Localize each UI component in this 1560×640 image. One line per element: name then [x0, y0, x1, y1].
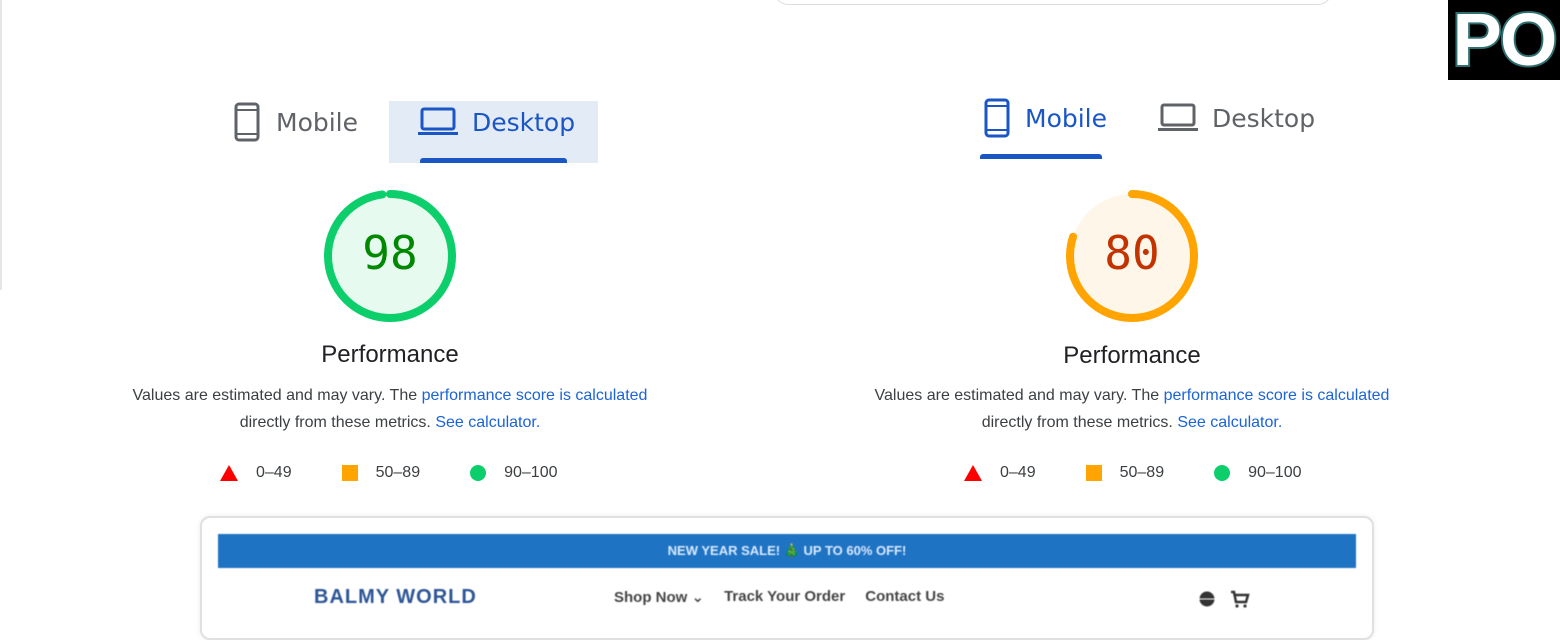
laptop-icon: [418, 107, 458, 135]
circle-icon: [470, 465, 487, 481]
po-badge: PO: [1448, 0, 1560, 82]
nav-track-order: Track Your Order: [724, 588, 846, 605]
globe-icon: [1199, 591, 1215, 607]
tab-label: Desktop: [472, 107, 576, 137]
left-edge-divider: [0, 0, 2, 290]
legend-label: 90–100: [504, 464, 558, 481]
see-calculator-link[interactable]: See calculator.: [435, 414, 540, 431]
see-calculator-link[interactable]: See calculator.: [1177, 414, 1282, 431]
desc-text: Values are estimated and may vary. The: [132, 387, 422, 404]
legend-item-average: 50–89: [341, 464, 421, 482]
tab-mobile-right[interactable]: Mobile: [983, 88, 1107, 148]
legend-item-pass: 90–100: [1214, 464, 1301, 482]
promo-banner: NEW YEAR SALE! 🎄 UP TO 60% OFF!: [218, 534, 1356, 568]
performance-score-link[interactable]: performance score is calculated: [1164, 387, 1390, 404]
nav-contact-us: Contact Us: [865, 588, 945, 605]
phone-icon: [234, 102, 260, 142]
legend-label: 50–89: [1119, 464, 1165, 481]
legend-item-fail: 0–49: [220, 464, 292, 482]
performance-title-right: Performance: [1063, 342, 1201, 369]
tab-label: Mobile: [276, 107, 359, 137]
legend-label: 0–49: [256, 464, 292, 481]
legend-label: 50–89: [375, 464, 421, 481]
tab-desktop-right[interactable]: Desktop: [1158, 88, 1315, 148]
tab-desktop-underline: [420, 158, 567, 163]
desc-text: Values are estimated and may vary. The: [874, 387, 1164, 404]
tab-desktop-left[interactable]: Desktop: [418, 92, 575, 152]
performance-score-link[interactable]: performance score is calculated: [422, 387, 648, 404]
legend-item-average: 50–89: [1085, 464, 1165, 482]
triangle-icon: [964, 465, 982, 481]
tab-label: Desktop: [1212, 103, 1316, 133]
tab-mobile-left[interactable]: Mobile: [232, 92, 358, 152]
circle-icon: [1214, 465, 1231, 481]
triangle-icon: [220, 465, 238, 481]
legend-item-pass: 90–100: [470, 464, 557, 482]
score-description-right: Values are estimated and may vary. The p…: [852, 382, 1412, 436]
laptop-icon: [1158, 103, 1198, 131]
nav-shop-now: Shop Now ⌄: [614, 589, 705, 606]
score-legend-right: 0–49 50–89 90–100: [964, 464, 1351, 482]
score-legend-left: 0–49 50–89 90–100: [220, 464, 607, 482]
cart-icon: [1231, 590, 1250, 608]
desc-text: directly from these metrics.: [239, 414, 431, 431]
tab-label: Mobile: [1025, 103, 1108, 133]
search-bar-remnant: [774, 0, 1332, 5]
desc-text: directly from these metrics.: [981, 414, 1173, 431]
score-value-right: 80: [1104, 226, 1160, 280]
legend-item-fail: 0–49: [964, 464, 1036, 482]
performance-title-left: Performance: [321, 341, 459, 368]
tab-mobile-underline: [980, 154, 1102, 159]
site-logo: BALMY WORLD: [314, 586, 477, 608]
square-icon: [1085, 465, 1102, 481]
page-screenshot-preview: NEW YEAR SALE! 🎄 UP TO 60% OFF! BALMY WO…: [200, 516, 1374, 640]
score-value-left: 98: [362, 226, 418, 280]
site-nav: Shop Now ⌄ Track Your Order Contact Us: [614, 588, 944, 606]
phone-icon: [984, 98, 1010, 138]
score-description-left: Values are estimated and may vary. The p…: [110, 382, 670, 436]
legend-label: 90–100: [1248, 464, 1302, 481]
legend-label: 0–49: [1000, 464, 1036, 481]
square-icon: [341, 465, 358, 481]
